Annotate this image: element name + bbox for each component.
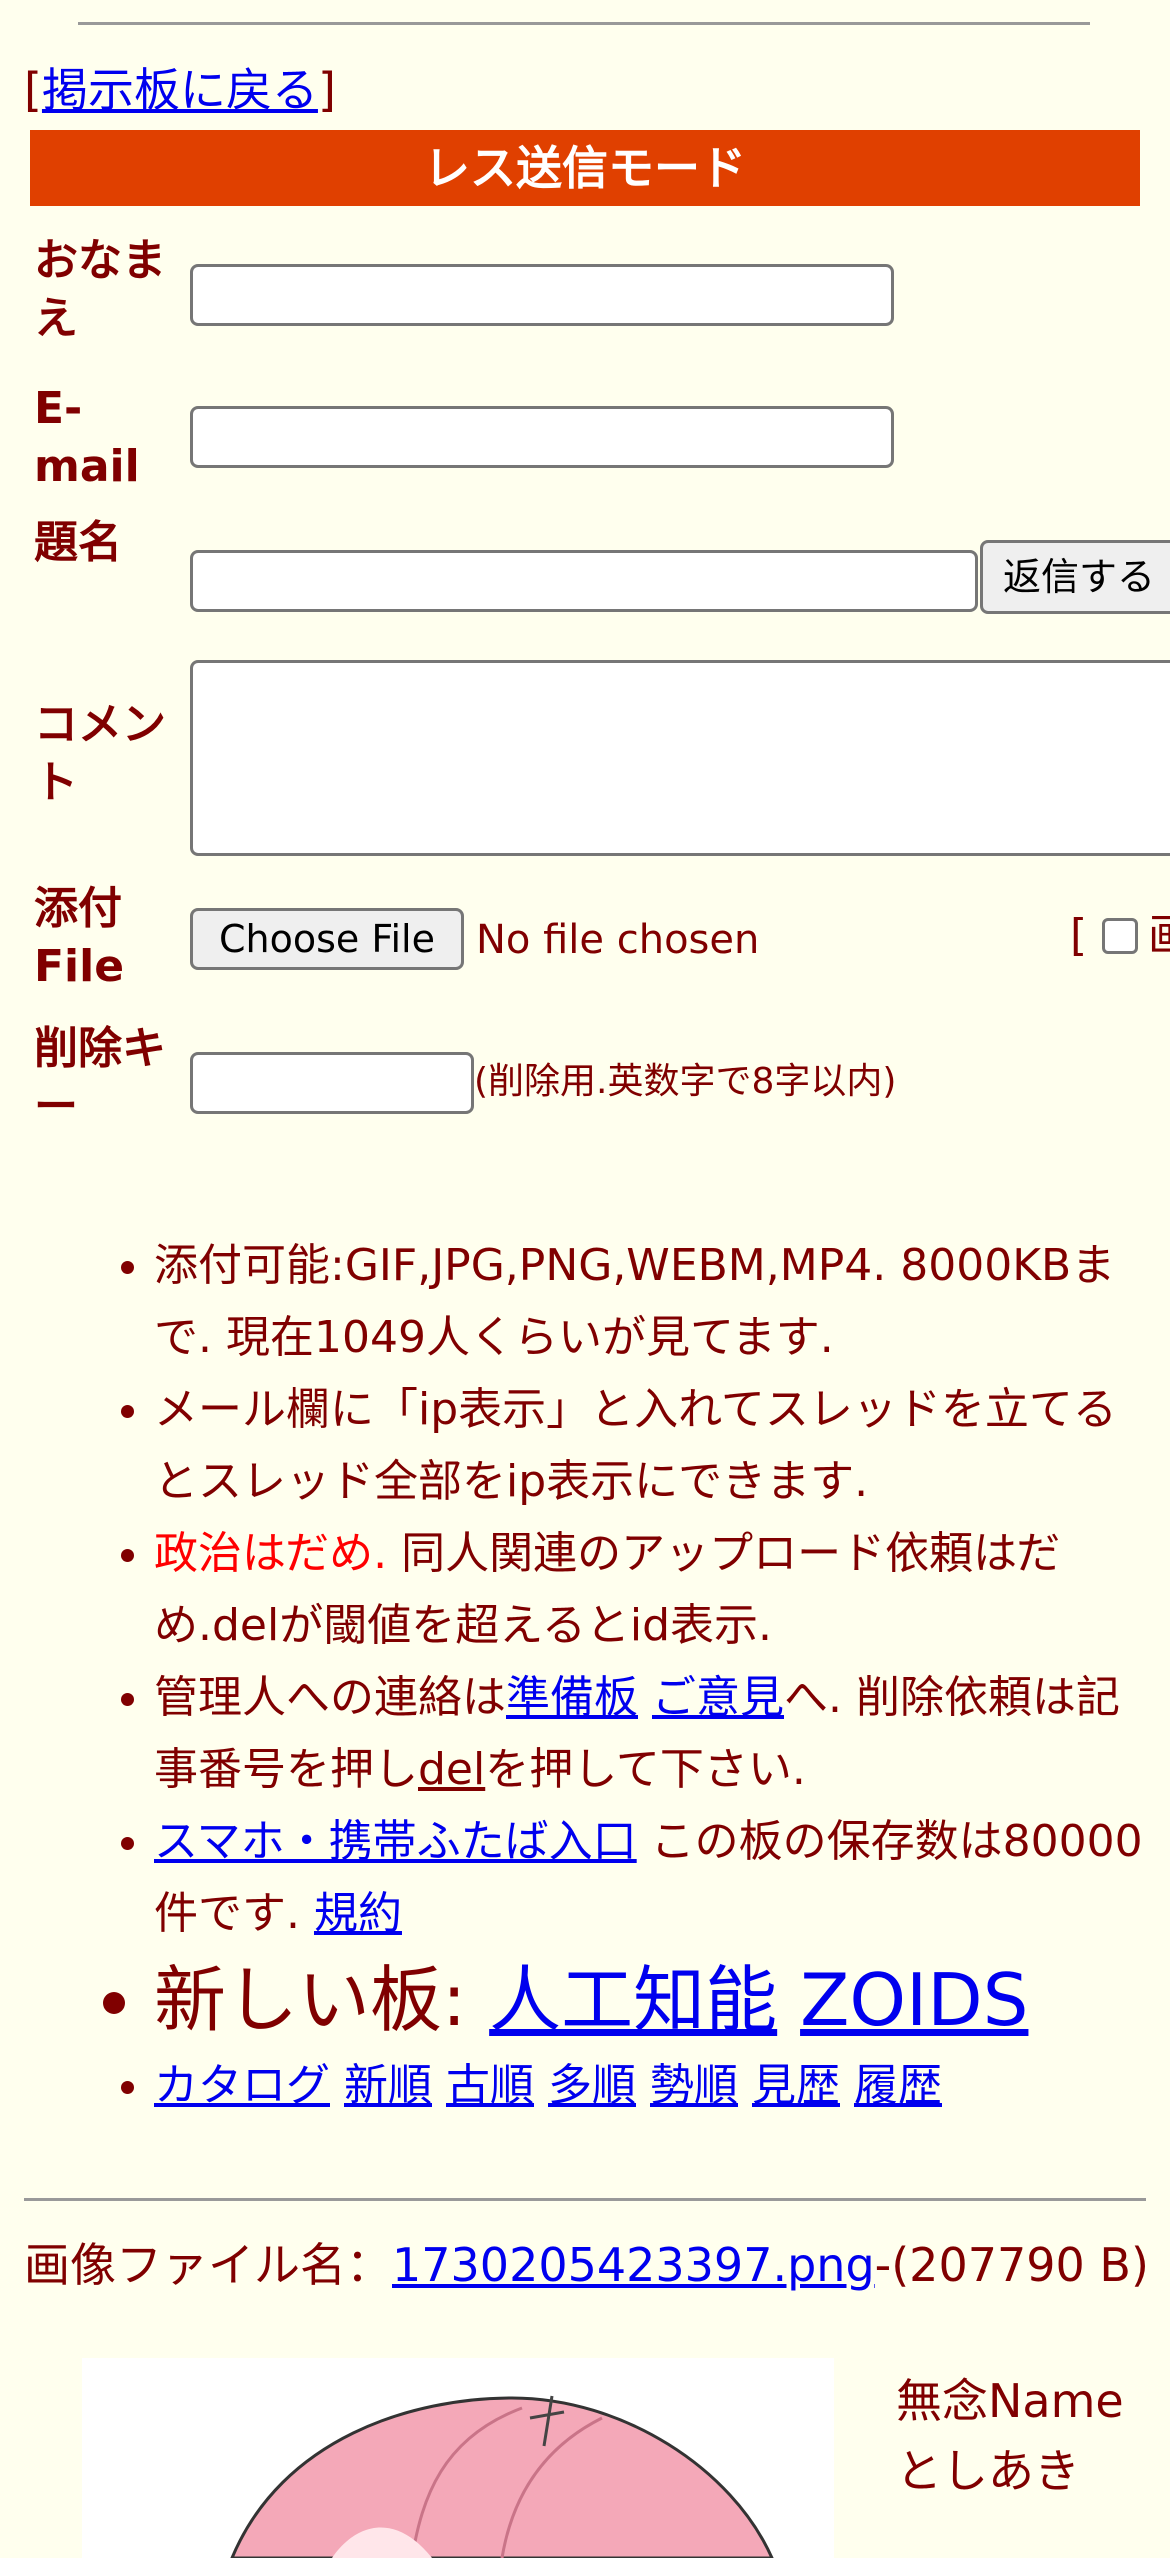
poster-info: 無念Name としあき: [896, 2366, 1124, 2506]
note-rules: 政治はだめ. 同人関連のアップロード依頼はだめ.delが閾値を超えるとid表示.: [154, 1518, 1150, 1662]
note-mobile: スマホ・携帯ふたば入口 この板の保存数は80000件です. 規約: [154, 1806, 1150, 1950]
choose-file-button[interactable]: Choose File: [190, 908, 464, 970]
note-text: メール欄に「ip表示」と入れてスレッドを立てるとスレッド全部をip表示にできます…: [154, 1384, 1117, 1507]
viewed-history-link[interactable]: 見歴: [752, 2060, 840, 2111]
terms-link[interactable]: 規約: [314, 1888, 402, 1939]
name-label: おなまえ: [34, 235, 166, 344]
sort-momentum-link[interactable]: 勢順: [650, 2060, 738, 2111]
del-link[interactable]: del: [418, 1744, 485, 1795]
back-to-board-link[interactable]: 掲示板に戻る: [42, 63, 318, 117]
subject-input[interactable]: [190, 550, 978, 612]
subject-label: 題名: [34, 517, 122, 568]
mobile-entrance-link[interactable]: スマホ・携帯ふたば入口: [154, 1816, 637, 1867]
reply-mode-banner: レス送信モード: [30, 130, 1140, 206]
note-contact: 管理人への連絡は準備板 ご意見へ. 削除依頼は記事番号を押しdelを押して下さい…: [154, 1662, 1150, 1806]
comment-label: コメント: [34, 699, 166, 808]
delete-key-hint: (削除用.英数字で8字以内): [474, 1061, 897, 1102]
feedback-link[interactable]: ご意見: [652, 1672, 784, 1723]
file-label: 添付File: [34, 883, 125, 992]
ai-board-link[interactable]: 人工知能: [489, 1958, 777, 2042]
note-text: 新しい板:: [154, 1958, 490, 2042]
board-notes-list: 添付可能:GIF,JPG,PNG,WEBM,MP4. 8000KBまで. 現在1…: [0, 1230, 1150, 2122]
post-file-link[interactable]: 1730205423397.png: [392, 2238, 875, 2292]
email-label: E-mail: [34, 383, 140, 492]
top-divider: [78, 22, 1090, 25]
file-name-label: 画像ファイル名：: [24, 2238, 392, 2292]
note-sort-links: カタログ 新順 古順 多順 勢順 見歴 履歴: [154, 2050, 1150, 2122]
note-text: 管理人への連絡は: [154, 1672, 506, 1723]
note-attachments: 添付可能:GIF,JPG,PNG,WEBM,MP4. 8000KBまで. 現在1…: [154, 1230, 1150, 1374]
back-nav: [掲示板に戻る]: [24, 60, 336, 120]
note-new-boards: 新しい板: 人工知能 ZOIDS: [154, 1950, 1150, 2050]
note-ip-display: メール欄に「ip表示」と入れてスレッドを立てるとスレッド全部をip表示にできます…: [154, 1374, 1150, 1518]
no-file-chosen-text: No file chosen: [476, 917, 760, 963]
delete-key-label: 削除キー: [34, 1023, 166, 1132]
poster-handle: としあき: [896, 2444, 1080, 2498]
name-input[interactable]: [190, 264, 894, 326]
image-only-checkbox[interactable]: [1102, 918, 1138, 954]
no-politics-warning: 政治はだめ.: [154, 1528, 388, 1579]
file-size: -(207790 B): [874, 2238, 1149, 2292]
note-text: 添付可能:GIF,JPG,PNG,WEBM,MP4. 8000KBまで. 現在1…: [154, 1240, 1116, 1363]
email-input[interactable]: [190, 406, 894, 468]
post-file-info: 画像ファイル名：1730205423397.png-(207790 B): [24, 2236, 1154, 2294]
catalog-link[interactable]: カタログ: [154, 2060, 330, 2111]
submit-reply-button[interactable]: 返信する: [980, 540, 1170, 614]
delete-key-input[interactable]: [190, 1052, 474, 1114]
image-option-bracket: [: [1070, 910, 1088, 961]
bracket-open: [: [24, 63, 42, 117]
post-image-thumbnail[interactable]: [82, 2358, 834, 2558]
sort-newest-link[interactable]: 新順: [344, 2060, 432, 2111]
comment-textarea[interactable]: [190, 660, 1170, 856]
sort-most-replies-link[interactable]: 多順: [548, 2060, 636, 2111]
bracket-close: ]: [317, 63, 336, 117]
prep-board-link[interactable]: 準備板: [506, 1672, 638, 1723]
anime-character-image: [82, 2358, 834, 2558]
note-text: を押して下さい.: [485, 1744, 806, 1795]
zoids-board-link[interactable]: ZOIDS: [800, 1958, 1028, 2042]
sort-oldest-link[interactable]: 古順: [446, 2060, 534, 2111]
poster-name: 無念Name: [896, 2374, 1124, 2428]
section-divider: [24, 2198, 1146, 2201]
image-only-label: 画: [1148, 908, 1170, 964]
post-history-link[interactable]: 履歴: [854, 2060, 942, 2111]
